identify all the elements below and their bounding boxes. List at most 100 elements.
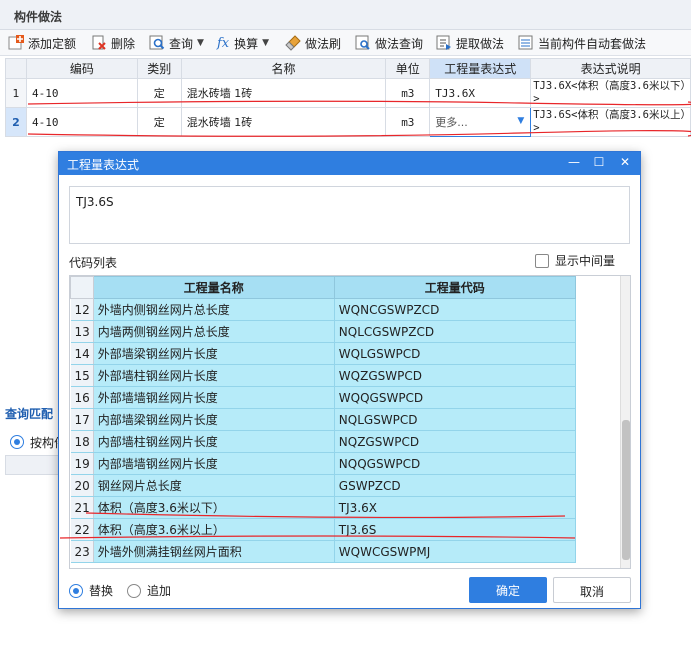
code-table-row[interactable]: 15 外部墙柱钢丝网片长度 WQZGSWPCD [70, 364, 576, 387]
unit-cell[interactable]: m3 [385, 107, 431, 137]
quantity-code-cell[interactable]: NQLGSWPCD [334, 408, 576, 431]
quantity-code-cell[interactable]: TJ3.6S [334, 518, 576, 541]
query-button[interactable]: 查询 ▼ [149, 34, 204, 52]
quantity-name-cell[interactable]: 钢丝网片总长度 [93, 474, 335, 497]
quantity-name-cell[interactable]: 外墙外侧满挂钢丝网片面积 [93, 540, 335, 563]
quantity-name-cell[interactable]: 外部墙梁钢丝网片长度 [93, 342, 335, 365]
code-table-row[interactable]: 21 体积（高度3.6米以下） TJ3.6X [70, 496, 576, 519]
quantity-name-cell[interactable]: 内部墙柱钢丝网片长度 [93, 430, 335, 453]
panel-title: 构件做法 [0, 0, 691, 30]
name-cell[interactable]: 混水砖墙 1砖 [180, 107, 387, 137]
quantity-name-cell[interactable]: 内部墙梁钢丝网片长度 [93, 408, 335, 431]
quantity-name-cell[interactable]: 体积（高度3.6米以下） [93, 496, 335, 519]
code-cell[interactable]: 4-10 [25, 78, 138, 108]
code-table-row[interactable]: 20 钢丝网片总长度 GSWPZCD [70, 474, 576, 497]
extract-icon [436, 35, 451, 50]
quantity-name-cell[interactable]: 内墙两侧钢丝网片总长度 [93, 320, 335, 343]
unit-cell[interactable]: m3 [385, 78, 431, 108]
add-quota-button[interactable]: 添加定额 [8, 34, 76, 52]
brush-icon [285, 35, 301, 51]
dropdown-arrow-icon[interactable]: ▼ [517, 116, 524, 126]
code-table-row[interactable]: 19 内部墙墙钢丝网片长度 NQQGSWPCD [70, 452, 576, 475]
row-number: 1 [5, 78, 27, 108]
quantity-expression-dialog: 工程量表达式 — ☐ ✕ TJ3.6S 代码列表 显示中间量 工程量名称 工程量… [58, 151, 641, 609]
method-query-label: 做法查询 [375, 36, 424, 51]
convert-button[interactable]: fx 换算 ▼ [217, 34, 269, 52]
quantity-name-cell[interactable]: 外墙内侧钢丝网片总长度 [93, 298, 335, 321]
quantity-code-cell[interactable]: TJ3.6X [334, 496, 576, 519]
checkbox-icon[interactable] [535, 253, 549, 268]
code-row-number: 14 [70, 342, 94, 365]
quantity-code-cell[interactable]: WQLGSWPCD [334, 342, 576, 365]
append-option[interactable]: 追加 [127, 582, 171, 599]
table-row[interactable]: 1 4-10 定 混水砖墙 1砖 m3 TJ3.6X TJ3.6X<体积（高度3… [5, 78, 691, 108]
query-label: 查询 [169, 36, 194, 51]
category-cell[interactable]: 定 [136, 78, 182, 108]
quantity-code-cell[interactable]: NQZGSWPCD [334, 430, 576, 453]
code-table-row[interactable]: 23 外墙外侧满挂钢丝网片面积 WQWCGSWPMJ [70, 540, 576, 563]
radio-icon[interactable] [10, 435, 24, 449]
delete-icon [92, 35, 106, 50]
code-row-number: 19 [70, 452, 94, 475]
quantity-code-cell[interactable]: WQWCGSWPMJ [334, 540, 576, 563]
name-cell[interactable]: 混水砖墙 1砖 [180, 78, 387, 108]
chevron-down-icon: ▼ [197, 38, 204, 48]
code-table-row[interactable]: 17 内部墙梁钢丝网片长度 NQLGSWPCD [70, 408, 576, 431]
code-row-number: 22 [70, 518, 94, 541]
code-row-number: 13 [70, 320, 94, 343]
delete-button[interactable]: 删除 [91, 34, 135, 52]
code-cell[interactable]: 4-10 [25, 107, 138, 137]
row-number: 2 [5, 107, 27, 137]
code-table-row[interactable]: 22 体积（高度3.6米以上） TJ3.6S [70, 518, 576, 541]
replace-option[interactable]: 替换 [69, 582, 113, 599]
code-table-row[interactable]: 16 外部墙墙钢丝网片长度 WQQGSWPCD [70, 386, 576, 409]
cancel-button[interactable]: 取消 [553, 577, 631, 603]
method-brush-button[interactable]: 做法刷 [285, 34, 341, 52]
code-row-number: 18 [70, 430, 94, 453]
quantity-code-cell[interactable]: NQQGSWPCD [334, 452, 576, 475]
minimize-icon[interactable]: — [565, 155, 583, 171]
code-table-row[interactable]: 18 内部墙柱钢丝网片长度 NQZGSWPCD [70, 430, 576, 453]
show-intermediate-checkbox[interactable]: 显示中间量 [535, 252, 615, 269]
table-header-row: 编码 类别 名称 单位 工程量表达式 表达式说明 [5, 58, 691, 79]
method-query-button[interactable]: 做法查询 [355, 34, 423, 52]
code-row-number: 21 [70, 496, 94, 519]
table-header-code: 编码 [25, 58, 138, 79]
radio-icon[interactable] [69, 583, 83, 598]
expr-dropdown[interactable]: 更多... ▼ [429, 107, 532, 137]
quantity-code-cell[interactable]: WQZGSWPCD [334, 364, 576, 387]
quantity-code-cell[interactable]: WQQGSWPCD [334, 386, 576, 409]
expr-cell[interactable]: TJ3.6X [429, 78, 532, 108]
quantity-name-cell[interactable]: 外部墙墙钢丝网片长度 [93, 386, 335, 409]
scrollbar-thumb[interactable] [622, 420, 630, 560]
convert-label: 换算 [234, 36, 259, 51]
expression-input[interactable]: TJ3.6S [69, 186, 630, 244]
show-intermediate-label: 显示中间量 [555, 254, 616, 268]
code-header-name: 工程量名称 [92, 276, 335, 299]
category-cell[interactable]: 定 [136, 107, 182, 137]
query-match-tab[interactable]: 查询匹配 [5, 405, 65, 427]
confirm-button[interactable]: 确定 [469, 577, 547, 603]
close-icon[interactable]: ✕ [616, 155, 634, 171]
radio-icon[interactable] [127, 583, 141, 598]
table-header-name: 名称 [180, 58, 387, 79]
code-row-number: 15 [70, 364, 94, 387]
maximize-icon[interactable]: ☐ [590, 155, 608, 171]
quantity-code-cell[interactable]: WQNCGSWPZCD [334, 298, 576, 321]
code-table-row[interactable]: 12 外墙内侧钢丝网片总长度 WQNCGSWPZCD [70, 298, 576, 321]
quantity-code-cell[interactable]: GSWPZCD [334, 474, 576, 497]
quantity-name-cell[interactable]: 外部墙柱钢丝网片长度 [93, 364, 335, 387]
quantity-code-cell[interactable]: NQLCGSWPZCD [334, 320, 576, 343]
quantity-name-cell[interactable]: 体积（高度3.6米以上） [93, 518, 335, 541]
table-row[interactable]: 2 4-10 定 混水砖墙 1砖 m3 更多... ▼ TJ3.6S<体积（高度… [5, 107, 691, 137]
quantity-name-cell[interactable]: 内部墙墙钢丝网片长度 [93, 452, 335, 475]
auto-apply-button[interactable]: 当前构件自动套做法 [518, 34, 646, 52]
extract-method-button[interactable]: 提取做法 [436, 34, 504, 52]
table-header-unit: 单位 [385, 58, 431, 79]
code-table-row[interactable]: 13 内墙两侧钢丝网片总长度 NQLCGSWPZCD [70, 320, 576, 343]
code-table-row[interactable]: 14 外部墙梁钢丝网片长度 WQLGSWPCD [70, 342, 576, 365]
desc-cell: TJ3.6X<体积（高度3.6米以下）> [530, 78, 691, 108]
code-header-num [70, 276, 94, 299]
table-header-desc: 表达式说明 [530, 58, 691, 79]
code-table-header: 工程量名称 工程量代码 [70, 276, 576, 299]
